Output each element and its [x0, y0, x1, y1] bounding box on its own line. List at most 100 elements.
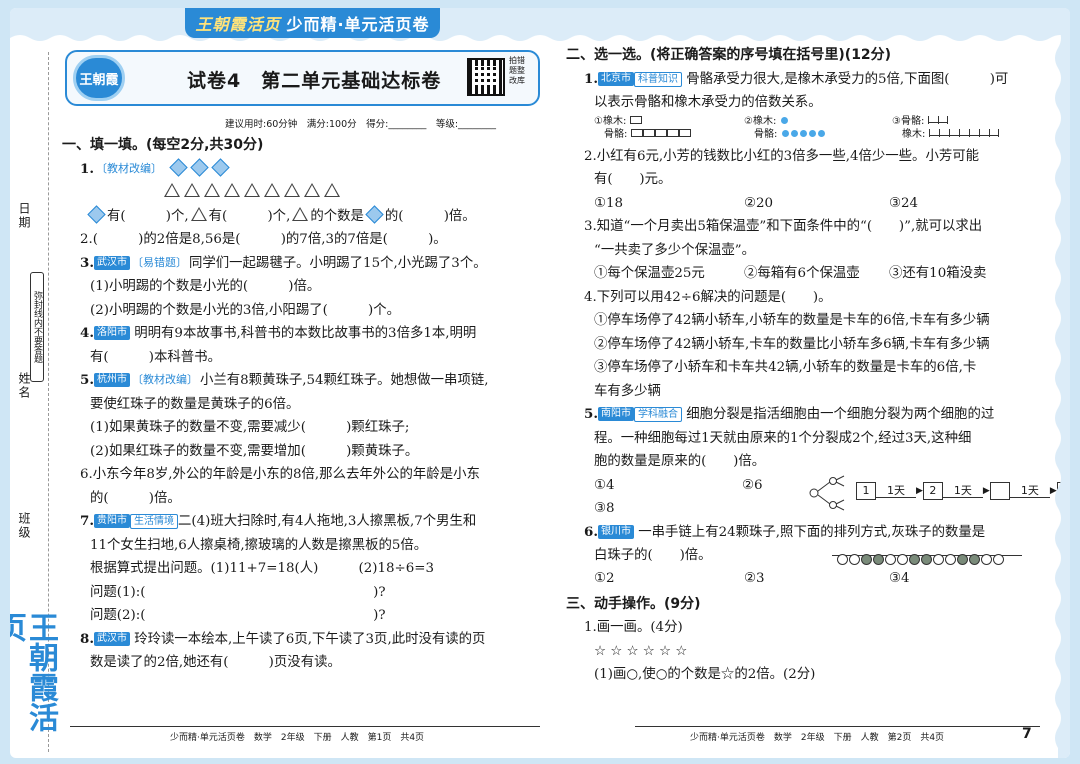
left-column: 一、填一填。(每空2分,共30分) 1. 〔教材改编〕 有( )个, 有( )个, 的…: [62, 134, 542, 675]
qr-code[interactable]: [467, 58, 505, 96]
question-text: 二(4)班大扫除时,有4人拖地,3人擦黑板,7个男生和: [177, 514, 477, 529]
question-number: 7.: [80, 513, 94, 529]
operation-1: 1.画一画。(4分): [584, 620, 683, 635]
option-label: 橡木:: [902, 128, 926, 140]
choice-5-cont: 程。一种细胞每过1天就由原来的1个分裂成2个,经过3天,这种细: [594, 430, 972, 446]
question-4-cont: 有( )本科普书。: [90, 349, 221, 365]
option-label: ③骨骼:: [892, 115, 925, 127]
question-7-answer-1[interactable]: 问题(1):( )?: [62, 581, 542, 605]
q1-text: 的( )倍。: [384, 208, 476, 224]
choice-4-option-1[interactable]: ①停车场停了42辆小轿车,小轿车的数量是卡车的6倍,卡车有多少辆: [566, 309, 1046, 333]
option-2[interactable]: ②6: [742, 474, 763, 498]
seal-note: 弥封线内不要答题: [30, 272, 44, 382]
question-text: 骨骼承受力很大,是橡木承受力的5倍,下面图( )可: [686, 71, 1009, 87]
question-4: 4. 洛阳市 明明有9本故事书,科普书的本数比故事书的3倍多1本,明明: [62, 322, 542, 346]
option-1[interactable]: ①2: [594, 567, 744, 591]
city-tag: 贵阳市: [93, 514, 130, 528]
option-3[interactable]: ③骨骼: 橡木:: [892, 115, 999, 141]
footer-left: 少而精·单元活页卷 数学 2年级 下册 人教 第1页 共4页: [170, 733, 425, 743]
tag-label: 学科融合: [633, 407, 682, 422]
city-tag: 银川市: [597, 524, 634, 539]
page-number: 7: [1022, 726, 1032, 742]
question-number: 1.: [584, 70, 598, 87]
stars-row: ☆ ☆ ☆ ☆ ☆ ☆: [594, 643, 688, 659]
choice-4-option-3-cont: 车有多少辆: [594, 383, 661, 399]
question-3: 3. 武汉市 〔易错题〕 同学们一起踢毽子。小明踢了15个,小光踢了3个。: [62, 252, 542, 276]
white-bead-icon: [944, 554, 956, 565]
question-7-cont: 11个女生扫地,6人擦桌椅,擦玻璃的人数是擦黑板的5倍。: [90, 537, 428, 553]
question-number: 6.: [584, 523, 598, 540]
question-number: 8.: [80, 630, 94, 647]
option-1[interactable]: ①18: [594, 192, 744, 216]
q1-text: 的个数是: [310, 208, 364, 224]
option-3[interactable]: ③还有10箱没卖: [889, 266, 986, 281]
dot-icon: [808, 129, 816, 137]
question-text: 小兰有8颗黄珠子,54颗红珠子。她想做一串项链,: [199, 373, 489, 388]
white-bead-icon: [836, 554, 848, 565]
q1-text: 有( )个,: [107, 208, 189, 224]
white-bead-icon: [980, 554, 992, 565]
question-2: 2.( )的2倍是8,56是( )的7倍,3的7倍是( )。: [80, 232, 447, 247]
option-3[interactable]: ③8: [594, 497, 615, 521]
brand-seal: 王朝霞: [73, 55, 125, 101]
top-wave-decoration: [10, 8, 1070, 44]
cell-count-box: 2: [922, 482, 943, 501]
question-number: 5.: [584, 406, 598, 422]
choice-3-cont: “一共卖了多少个保温壶”。: [594, 242, 755, 258]
option-2[interactable]: ②20: [744, 192, 889, 216]
tag-label: 生活情境: [129, 514, 178, 529]
gray-bead-icon: [920, 554, 932, 565]
unit-box-icon: [678, 128, 691, 137]
diamond-icon: [190, 157, 209, 177]
choice-4-option-3[interactable]: ③停车场停了小轿车和卡车共42辆,小轿车的数量是卡车的6倍,卡: [566, 356, 1046, 380]
question-6: 6.小东今年8岁,外公的年龄是小东的8倍,那么去年外公的年龄是小东: [80, 467, 480, 482]
segment-icon: [927, 115, 948, 124]
gray-bead-icon: [956, 554, 968, 565]
city-tag: 南阳市: [597, 407, 634, 421]
cell-growth-diagram: 1 1天 ▶ 2 1天 ▶ 1天 ▶: [856, 480, 1070, 504]
triangle-icon: [324, 183, 340, 197]
option-2[interactable]: ②每箱有6个保温壶: [744, 262, 889, 286]
question-number: 5.: [80, 372, 94, 388]
question-1: 1. 〔教材改编〕: [62, 157, 542, 182]
footer-rule-right: [635, 726, 1040, 727]
tag-label: 科普知识: [633, 71, 682, 87]
arrow-head-icon: ▶: [916, 485, 923, 496]
choice-4-option-2[interactable]: ②停车场停了42辆小轿车,卡车的数量比小轿车多6辆,卡车有多少辆: [566, 333, 1046, 357]
choice-1-options: ①橡木: 骨骼: ②橡木: 骨骼: ③骨骼: 橡木:: [566, 115, 1046, 145]
unit-box-icon: [666, 128, 679, 137]
tag-textbook: 〔教材改编〕: [131, 373, 198, 386]
option-1[interactable]: ①每个保温壶25元: [594, 262, 744, 286]
question-1-blank-line: 有( )个, 有( )个, 的个数是 的( )倍。: [62, 204, 542, 229]
gray-bead-icon: [872, 554, 884, 565]
question-7-formula: 根据算式提出问题。(1)11+7=18(人) (2)18÷6=3: [90, 561, 435, 576]
brand-bar-text: 少而精·单元活页卷: [286, 15, 430, 34]
white-bead-icon: [848, 554, 860, 565]
footer-right: 少而精·单元活页卷 数学 2年级 下册 人教 第2页 共4页: [690, 733, 945, 743]
brand-logo: 王朝霞活页: [195, 15, 281, 34]
option-1[interactable]: ①4: [594, 474, 615, 498]
option-1[interactable]: ①橡木: 骨骼:: [594, 115, 691, 141]
triangle-icon: [184, 183, 200, 197]
option-3[interactable]: ③4: [889, 571, 910, 586]
option-2[interactable]: ②橡木: 骨骼:: [744, 115, 826, 141]
question-7: 7. 贵阳市 生活情境 二(4)班大扫除时,有4人拖地,3人擦黑板,7个男生和: [62, 510, 542, 534]
question-number: 4.: [80, 325, 94, 341]
question-7-answer-2[interactable]: 问题(2):( )?: [62, 604, 542, 628]
arrow-1-day: 1天: [942, 484, 983, 498]
white-bead-icon: [884, 554, 896, 565]
question-number: 3.: [80, 254, 94, 271]
option-3[interactable]: ③24: [889, 196, 918, 211]
dot-icon: [781, 129, 789, 137]
triangle-icon: [164, 183, 180, 197]
triangle-icon: [224, 183, 240, 197]
right-wave-decoration: [1055, 8, 1070, 758]
white-bead-icon: [992, 554, 1004, 565]
date-label: 日期: [17, 202, 31, 230]
cell-division-icon: [809, 475, 845, 510]
question-6-cont: 的( )倍。: [90, 490, 181, 506]
unit-box-icon: [654, 128, 667, 137]
choice-2-options: ①18 ②20 ③24: [566, 192, 1046, 216]
gray-bead-icon: [968, 554, 980, 565]
dot-icon: [799, 129, 807, 137]
